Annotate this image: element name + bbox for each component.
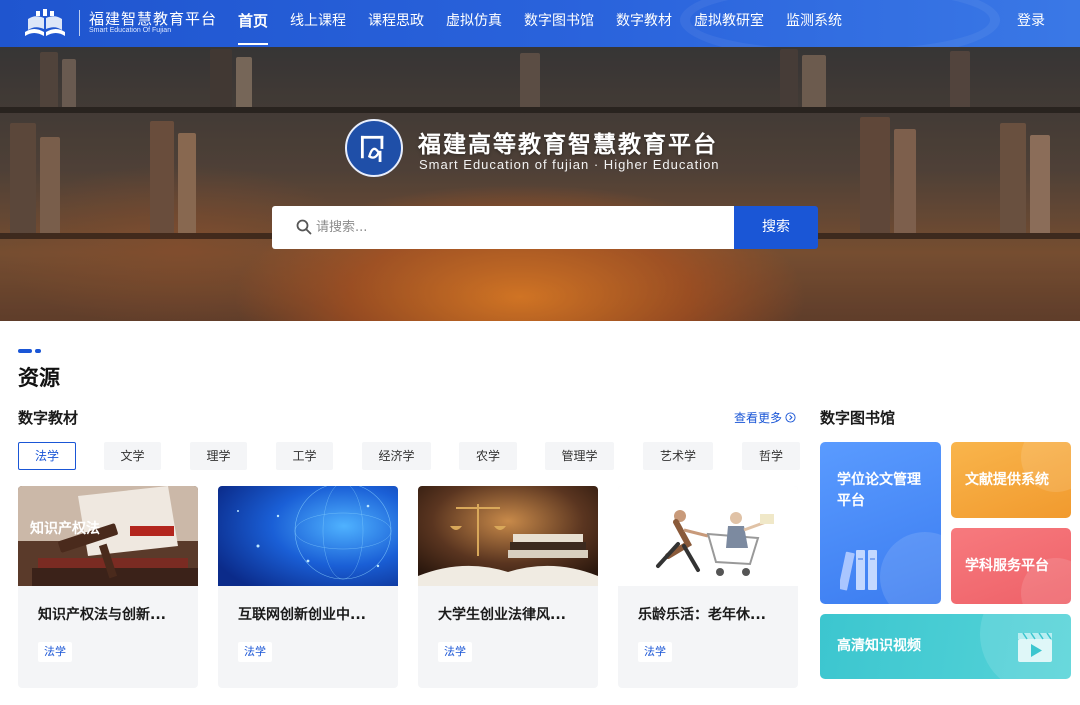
subject-tag: 法学 [638, 642, 672, 662]
search-icon [296, 219, 312, 235]
card-title: 大学生创业法律风... [438, 607, 566, 623]
nav-item-virtual-simulation[interactable]: 虚拟仿真 [446, 0, 502, 47]
tab-law[interactable]: 法学 [18, 442, 76, 470]
tile-thesis-management[interactable]: 学位论文管理平台 [820, 442, 941, 604]
nav-item-home[interactable]: 首页 [238, 0, 269, 47]
tile-subject-service[interactable]: 学科服务平台 [951, 528, 1071, 604]
tile-hd-video[interactable]: 高清知识视频 [820, 614, 1071, 679]
tile-label: 学位论文管理平台 [837, 472, 921, 509]
textbook-card[interactable]: 大学生创业法律风... 法学 [418, 486, 598, 688]
hero-subtitle: Smart Education of fujian · Higher Educa… [419, 157, 720, 172]
library-title: 数字图书馆 [820, 409, 896, 427]
tab-literature[interactable]: 文学 [104, 442, 161, 470]
nav-item-online-courses[interactable]: 线上课程 [290, 0, 346, 47]
card-title: 互联网创新创业中... [238, 607, 366, 623]
elderly-cart-image [618, 486, 798, 586]
textbooks-title: 数字教材 [18, 409, 79, 427]
textbook-card[interactable]: 互联网创新创业中... 法学 [218, 486, 398, 688]
tab-philosophy[interactable]: 哲学 [742, 442, 800, 470]
section-title: 资源 [18, 366, 60, 390]
card-image-text: 知识产权法 [30, 520, 100, 537]
open-book-logo-icon[interactable] [22, 8, 68, 38]
tab-agriculture[interactable]: 农学 [459, 442, 517, 470]
nav-item-virtual-research-room[interactable]: 虚拟教研室 [694, 0, 764, 47]
hero-title: 福建高等教育智慧教育平台 [418, 132, 718, 158]
subject-tag: 法学 [438, 642, 472, 662]
tile-document-delivery[interactable]: 文献提供系统 [951, 442, 1071, 518]
subject-tabs: 法学 文学 理学 工学 经济学 农学 管理学 艺术学 哲学 [18, 442, 800, 470]
top-navbar: 福建智慧教育平台 Smart Education Of Fujian 首页 线上… [0, 0, 1080, 47]
card-title: 知识产权法与创新... [38, 607, 166, 623]
tab-economics[interactable]: 经济学 [362, 442, 431, 470]
hero-banner: 福建高等教育智慧教育平台 Smart Education of fujian ·… [0, 47, 1080, 321]
textbook-card[interactable]: 知识产权法 知识产权法与创新... 法学 [18, 486, 198, 688]
digital-globe-image [218, 486, 398, 586]
site-name[interactable]: 福建智慧教育平台 [89, 8, 217, 29]
site-name-english: Smart Education Of Fujian [89, 27, 172, 34]
tab-engineering[interactable]: 工学 [276, 442, 333, 470]
search-button[interactable]: 搜索 [734, 206, 818, 249]
video-clapper-icon [1018, 632, 1052, 662]
nav-item-digital-textbooks[interactable]: 数字教材 [616, 0, 672, 47]
gavel-books-image: 知识产权法 [18, 486, 198, 586]
nav-item-course-ideology[interactable]: 课程思政 [368, 0, 424, 47]
binders-icon [840, 550, 877, 591]
university-emblem-icon [345, 119, 403, 177]
tab-management[interactable]: 管理学 [545, 442, 614, 470]
tab-art[interactable]: 艺术学 [643, 442, 713, 470]
nav-item-monitoring-system[interactable]: 监测系统 [786, 0, 842, 47]
chevron-circle-right-icon [785, 412, 796, 423]
card-title: 乐龄乐活：老年休... [638, 607, 766, 623]
view-more-link[interactable]: 查看更多 [734, 409, 796, 426]
subject-tag: 法学 [238, 642, 272, 662]
view-more-label: 查看更多 [734, 411, 783, 425]
tile-label: 学科服务平台 [965, 558, 1049, 574]
tab-science[interactable]: 理学 [190, 442, 247, 470]
login-link[interactable]: 登录 [1017, 0, 1045, 47]
tile-label: 高清知识视频 [837, 638, 921, 654]
subject-tag: 法学 [38, 642, 72, 662]
tile-label: 文献提供系统 [965, 472, 1049, 488]
textbook-card[interactable]: 乐龄乐活：老年休... 法学 [618, 486, 798, 688]
search-box [272, 206, 734, 249]
search-input[interactable] [316, 206, 716, 249]
nav-item-digital-library[interactable]: 数字图书馆 [524, 0, 594, 47]
main-nav: 首页 线上课程 课程思政 虚拟仿真 数字图书馆 数字教材 虚拟教研室 监测系统 [238, 0, 864, 47]
logo-divider [79, 10, 80, 36]
section-marker [18, 349, 41, 353]
scales-books-image [418, 486, 598, 586]
